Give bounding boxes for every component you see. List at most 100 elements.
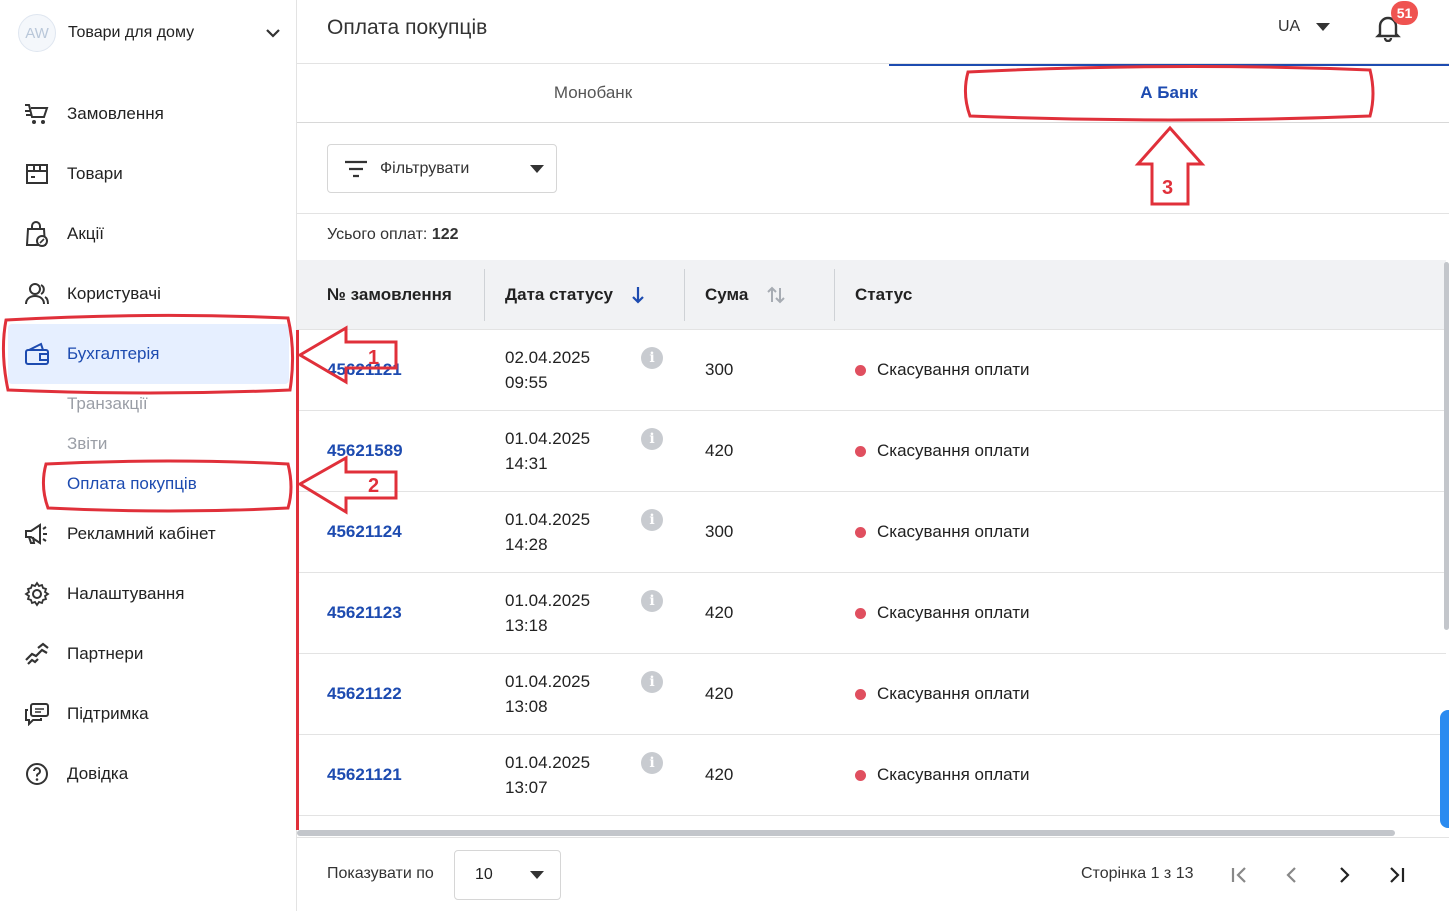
sum-value: 420 xyxy=(705,684,734,703)
sidebar-item-settings[interactable]: Налаштування xyxy=(0,564,297,624)
total-value: 122 xyxy=(431,226,459,243)
caret-down-icon xyxy=(530,164,544,173)
sidebar-item-users[interactable]: Користувачі xyxy=(0,264,297,324)
chevron-down-icon[interactable] xyxy=(249,28,297,38)
tab-a-bank[interactable]: А Банк xyxy=(889,64,1449,122)
status-time: 13:07 xyxy=(505,778,548,797)
status-text: Скасування оплати xyxy=(877,441,1030,460)
megaphone-icon xyxy=(22,519,52,549)
tab-monobank[interactable]: Монобанк xyxy=(297,64,889,122)
status-dot xyxy=(855,769,866,781)
column-label: Статус xyxy=(855,284,913,304)
info-icon[interactable]: i xyxy=(641,428,663,450)
status-text: Скасування оплати xyxy=(877,603,1030,622)
sidebar-item-label: Довідка xyxy=(67,764,129,783)
horizontal-scrollbar[interactable] xyxy=(297,830,1395,836)
sidebar-item-support[interactable]: Підтримка xyxy=(0,684,297,744)
sum-value: 420 xyxy=(705,765,734,784)
next-page-icon[interactable] xyxy=(1329,860,1359,890)
order-link[interactable]: 45621124 xyxy=(327,522,402,541)
table-row: 45621589 01.04.2025 14:31 i 420 Скасування… xyxy=(297,411,1446,492)
sidebar-item-ads[interactable]: Рекламний кабінет xyxy=(0,504,297,564)
sidebar-item-help[interactable]: Довідка xyxy=(0,744,297,804)
language-selector[interactable]: UA xyxy=(1278,18,1331,36)
sidebar-item-label: Товари xyxy=(67,164,123,183)
filter-button[interactable]: Фільтрувати xyxy=(327,144,557,193)
column-status-date[interactable]: Дата статусу xyxy=(485,260,685,330)
last-page-icon[interactable] xyxy=(1381,860,1411,890)
sidebar-item-promotions[interactable]: Акції xyxy=(0,204,297,264)
sidebar-item-accounting[interactable]: Бухгалтерія xyxy=(8,324,289,384)
sidebar-item-orders[interactable]: Замовлення xyxy=(0,84,297,144)
chat-icon xyxy=(22,699,52,729)
order-link[interactable]: 45621589 xyxy=(327,441,403,460)
order-link[interactable]: 45621123 xyxy=(327,603,402,622)
order-link[interactable]: 45621121 xyxy=(327,360,402,379)
promo-bag-icon xyxy=(22,219,52,249)
status-dot xyxy=(855,526,866,538)
users-icon xyxy=(22,279,52,309)
filter-bar: Фільтрувати xyxy=(297,123,1449,214)
column-label: Дата статусу xyxy=(505,284,613,304)
filter-label: Фільтрувати xyxy=(380,159,470,177)
page-size-value: 10 xyxy=(475,866,493,883)
annotation-vertical-line xyxy=(296,330,299,830)
info-icon[interactable]: i xyxy=(641,590,663,612)
status-text: Скасування оплати xyxy=(877,522,1030,541)
status-dot xyxy=(855,607,866,619)
page-info: Сторінка 1 з 13 xyxy=(1081,865,1194,882)
status-text: Скасування оплати xyxy=(877,360,1030,379)
sidebar-item-label: Партнери xyxy=(67,644,144,663)
sort-icon[interactable] xyxy=(766,286,786,304)
order-link[interactable]: 45621121 xyxy=(327,765,402,784)
status-time: 14:28 xyxy=(505,535,548,554)
sidebar-item-partners[interactable]: Партнери xyxy=(0,624,297,684)
sidebar-item-label: Користувачі xyxy=(67,284,161,303)
status-dot xyxy=(855,688,866,700)
status-date: 01.04.2025 xyxy=(505,753,591,772)
box-icon xyxy=(22,159,52,189)
order-link[interactable]: 45621122 xyxy=(327,684,402,703)
table-header: № замовлення Дата статусу Сума Статус xyxy=(297,260,1446,330)
caret-down-icon xyxy=(530,871,544,879)
status-date: 01.04.2025 xyxy=(505,591,591,610)
notification-badge: 51 xyxy=(1391,1,1418,25)
page-size-select[interactable]: 10 xyxy=(454,850,561,900)
cart-icon xyxy=(22,99,52,129)
sidebar-item-label: Рекламний кабінет xyxy=(67,524,216,543)
total-payments: Усього оплат: 122 xyxy=(327,226,459,244)
arrow-down-icon[interactable] xyxy=(631,286,645,304)
wallet-icon xyxy=(22,339,52,369)
side-widget-tab[interactable] xyxy=(1440,710,1449,828)
info-icon[interactable]: i xyxy=(641,347,663,369)
first-page-icon[interactable] xyxy=(1225,860,1255,890)
vertical-scrollbar[interactable] xyxy=(1444,262,1449,630)
sidebar-subitem-customer-payments[interactable]: Оплата покупців xyxy=(0,464,297,504)
app-root: AW Товари для дому Замовлення Товари Акц… xyxy=(0,0,1449,911)
column-sum[interactable]: Сума xyxy=(685,260,835,330)
info-icon[interactable]: i xyxy=(641,671,663,693)
sum-value: 420 xyxy=(705,441,734,460)
total-label: Усього оплат: xyxy=(327,226,428,243)
sidebar-nav: Замовлення Товари Акції Користувачі Бухг… xyxy=(0,84,297,804)
sidebar-item-label: Налаштування xyxy=(67,584,185,603)
status-time: 13:18 xyxy=(505,616,548,635)
sidebar-item-label: Замовлення xyxy=(67,104,164,123)
store-selector[interactable]: AW Товари для дому xyxy=(0,0,297,66)
status-time: 09:55 xyxy=(505,373,548,392)
help-icon xyxy=(22,759,52,789)
info-icon[interactable]: i xyxy=(641,509,663,531)
status-date: 01.04.2025 xyxy=(505,429,591,448)
status-dot xyxy=(855,445,866,457)
column-status: Статус xyxy=(835,260,1446,330)
info-icon[interactable]: i xyxy=(641,752,663,774)
sum-value: 300 xyxy=(705,360,734,379)
sidebar-item-products[interactable]: Товари xyxy=(0,144,297,204)
prev-page-icon[interactable] xyxy=(1277,860,1307,890)
status-date: 01.04.2025 xyxy=(505,510,591,529)
sum-value: 300 xyxy=(705,522,734,541)
column-label: Сума xyxy=(705,284,749,304)
sidebar-subitem-transactions[interactable]: Транзакції xyxy=(0,384,297,424)
sidebar-subitem-reports[interactable]: Звіти xyxy=(0,424,297,464)
status-text: Скасування оплати xyxy=(877,684,1030,703)
